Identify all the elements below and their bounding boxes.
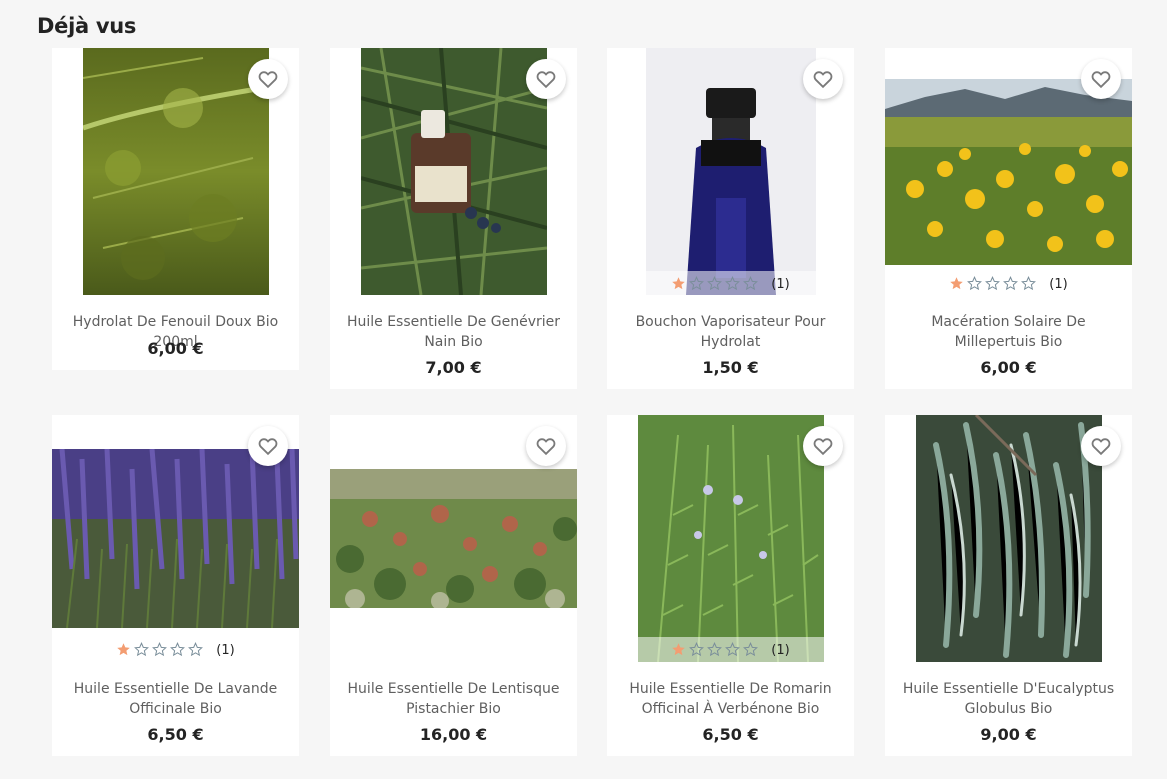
star-empty-icon	[689, 276, 707, 292]
product-price: 6,50 €	[147, 725, 204, 744]
star-empty-icon	[134, 642, 152, 658]
lavender-field-photo	[52, 449, 299, 628]
heart-icon	[258, 71, 278, 89]
product-name[interactable]: Bouchon Vaporisateur Pour Hydrolat	[607, 312, 854, 352]
wishlist-button[interactable]	[803, 59, 843, 99]
product-thumbnail[interactable]	[330, 415, 577, 662]
mastic-shrub-photo	[330, 469, 577, 608]
rosemary-plant-photo	[638, 415, 824, 662]
heart-icon	[1091, 71, 1111, 89]
star-filled-icon	[671, 276, 689, 292]
product-card[interactable]: (1) Huile Essentielle De Romarin Officin…	[607, 415, 854, 756]
spray-bottle-photo	[646, 48, 816, 295]
product-thumbnail[interactable]	[607, 415, 854, 662]
star-empty-icon	[743, 642, 761, 658]
wishlist-button[interactable]	[526, 59, 566, 99]
heart-icon	[1091, 438, 1111, 456]
product-card[interactable]: Hydrolat De Fenouil Doux Bio 200ml 6,00 …	[52, 48, 299, 370]
heart-icon	[536, 438, 556, 456]
product-name[interactable]: Huile Essentielle De Romarin Officinal À…	[607, 679, 854, 719]
star-filled-icon	[671, 642, 689, 658]
product-card[interactable]: (1) Macération Solaire De Millepertuis B…	[885, 48, 1132, 389]
star-empty-icon	[689, 642, 707, 658]
product-price: 6,00 €	[147, 339, 204, 358]
star-empty-icon	[985, 276, 1003, 292]
product-card[interactable]: Huile Essentielle De Genévrier Nain Bio …	[330, 48, 577, 389]
juniper-bottle-photo	[361, 48, 547, 295]
star-empty-icon	[152, 642, 170, 658]
product-name[interactable]: Huile Essentielle De Lentisque Pistachie…	[330, 679, 577, 719]
star-empty-icon	[967, 276, 985, 292]
st-johns-wort-field-photo	[885, 79, 1132, 265]
product-price: 6,50 €	[702, 725, 759, 744]
product-thumbnail[interactable]	[607, 48, 854, 295]
star-empty-icon	[707, 276, 725, 292]
product-name[interactable]: Huile Essentielle De Lavande Officinale …	[52, 679, 299, 719]
product-thumbnail[interactable]	[330, 48, 577, 295]
star-empty-icon	[725, 276, 743, 292]
wishlist-button[interactable]	[248, 59, 288, 99]
product-thumbnail[interactable]	[885, 415, 1132, 662]
wishlist-button[interactable]	[248, 426, 288, 466]
rating-count: (1)	[771, 276, 790, 292]
rating-count: (1)	[771, 642, 790, 658]
star-empty-icon	[188, 642, 206, 658]
heart-icon	[536, 71, 556, 89]
heart-icon	[258, 438, 278, 456]
product-thumbnail[interactable]	[885, 48, 1132, 295]
wishlist-button[interactable]	[1081, 426, 1121, 466]
product-price: 7,00 €	[425, 358, 482, 377]
product-rating: (1)	[607, 637, 854, 663]
product-rating: (1)	[607, 271, 854, 297]
product-card[interactable]: (1) Bouchon Vaporisateur Pour Hydrolat 1…	[607, 48, 854, 389]
product-price: 9,00 €	[980, 725, 1037, 744]
product-card[interactable]: Huile Essentielle D'Eucalyptus Globulus …	[885, 415, 1132, 756]
fennel-plant-photo	[83, 48, 269, 295]
star-filled-icon	[949, 276, 967, 292]
star-empty-icon	[1021, 276, 1039, 292]
wishlist-button[interactable]	[803, 426, 843, 466]
star-filled-icon	[116, 642, 134, 658]
star-empty-icon	[725, 642, 743, 658]
star-empty-icon	[743, 276, 761, 292]
heart-icon	[813, 438, 833, 456]
product-card[interactable]: Huile Essentielle De Lentisque Pistachie…	[330, 415, 577, 756]
product-name[interactable]: Huile Essentielle D'Eucalyptus Globulus …	[885, 679, 1132, 719]
product-price: 16,00 €	[419, 725, 488, 744]
wishlist-button[interactable]	[526, 426, 566, 466]
product-thumbnail[interactable]	[52, 415, 299, 662]
star-empty-icon	[707, 642, 725, 658]
star-empty-icon	[1003, 276, 1021, 292]
product-card[interactable]: (1) Huile Essentielle De Lavande Officin…	[52, 415, 299, 756]
rating-count: (1)	[216, 642, 235, 658]
product-thumbnail[interactable]	[52, 48, 299, 295]
product-price: 1,50 €	[702, 358, 759, 377]
star-empty-icon	[170, 642, 188, 658]
eucalyptus-leaves-photo	[916, 415, 1102, 662]
wishlist-button[interactable]	[1081, 59, 1121, 99]
product-name[interactable]: Macération Solaire De Millepertuis Bio	[885, 312, 1132, 352]
product-rating: (1)	[52, 637, 299, 663]
rating-count: (1)	[1049, 276, 1068, 292]
heart-icon	[813, 71, 833, 89]
product-name[interactable]: Huile Essentielle De Genévrier Nain Bio	[330, 312, 577, 352]
product-price: 6,00 €	[980, 358, 1037, 377]
section-title: Déjà vus	[37, 14, 137, 38]
product-rating: (1)	[885, 271, 1132, 297]
